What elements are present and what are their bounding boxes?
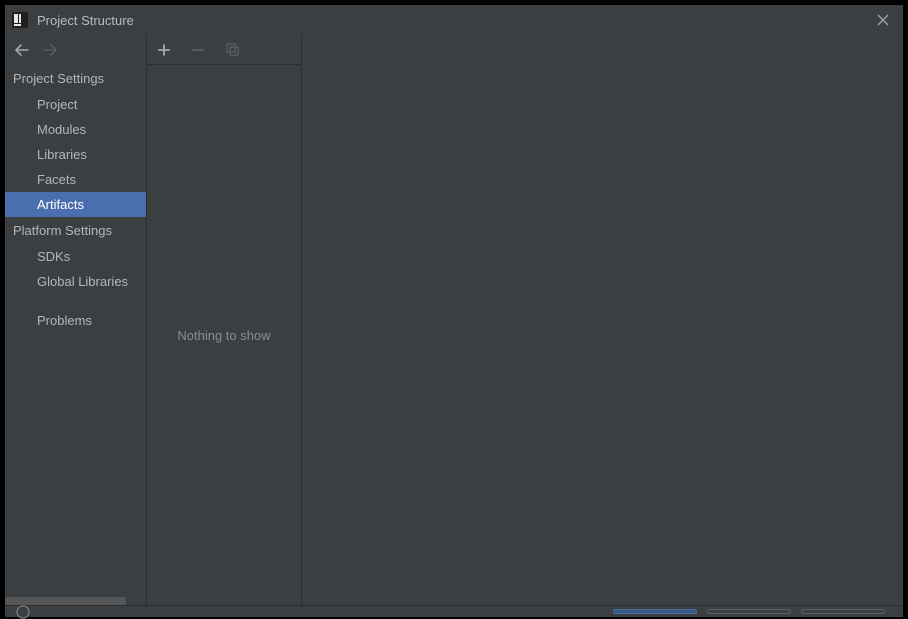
close-button[interactable]: [869, 6, 897, 34]
arrow-right-icon: [43, 44, 57, 56]
project-structure-window: Project Structure Proj: [5, 5, 903, 617]
cancel-button[interactable]: [707, 609, 791, 614]
nav-forward-button[interactable]: [43, 44, 57, 56]
detail-panel: [302, 35, 903, 605]
list-panel: Nothing to show: [146, 35, 302, 605]
nav-back-button[interactable]: [15, 44, 29, 56]
sidebar: Project Settings Project Modules Librari…: [5, 35, 146, 605]
section-header-project-settings: Project Settings: [5, 65, 146, 92]
minus-icon: [192, 44, 204, 56]
sidebar-item-sdks[interactable]: SDKs: [5, 244, 146, 269]
close-icon: [877, 14, 889, 26]
sidebar-item-artifacts[interactable]: Artifacts: [5, 192, 146, 217]
apply-button[interactable]: [801, 609, 885, 614]
empty-state-text: Nothing to show: [177, 328, 270, 343]
dialog-body: Project Settings Project Modules Librari…: [5, 35, 903, 605]
list-toolbar: [147, 35, 301, 65]
ok-button[interactable]: [613, 609, 697, 614]
help-button[interactable]: [15, 609, 31, 615]
nav-history-buttons: [5, 35, 146, 65]
app-icon: [11, 11, 29, 29]
sidebar-gap: [5, 294, 146, 308]
section-header-platform-settings: Platform Settings: [5, 217, 146, 244]
copy-icon: [226, 43, 239, 56]
sidebar-item-libraries[interactable]: Libraries: [5, 142, 146, 167]
dialog-footer: [5, 605, 903, 617]
titlebar: Project Structure: [5, 5, 903, 35]
sidebar-item-project[interactable]: Project: [5, 92, 146, 117]
help-icon: [16, 605, 30, 619]
remove-button[interactable]: [189, 41, 207, 59]
sidebar-item-global-libraries[interactable]: Global Libraries: [5, 269, 146, 294]
sidebar-item-facets[interactable]: Facets: [5, 167, 146, 192]
window-title: Project Structure: [37, 13, 134, 28]
sidebar-horizontal-scrollbar[interactable]: [5, 595, 146, 605]
add-button[interactable]: [155, 41, 173, 59]
sidebar-item-modules[interactable]: Modules: [5, 117, 146, 142]
copy-button[interactable]: [223, 41, 241, 59]
arrow-left-icon: [15, 44, 29, 56]
sidebar-item-problems[interactable]: Problems: [5, 308, 146, 333]
plus-icon: [158, 44, 170, 56]
list-empty-area: Nothing to show: [147, 65, 301, 605]
